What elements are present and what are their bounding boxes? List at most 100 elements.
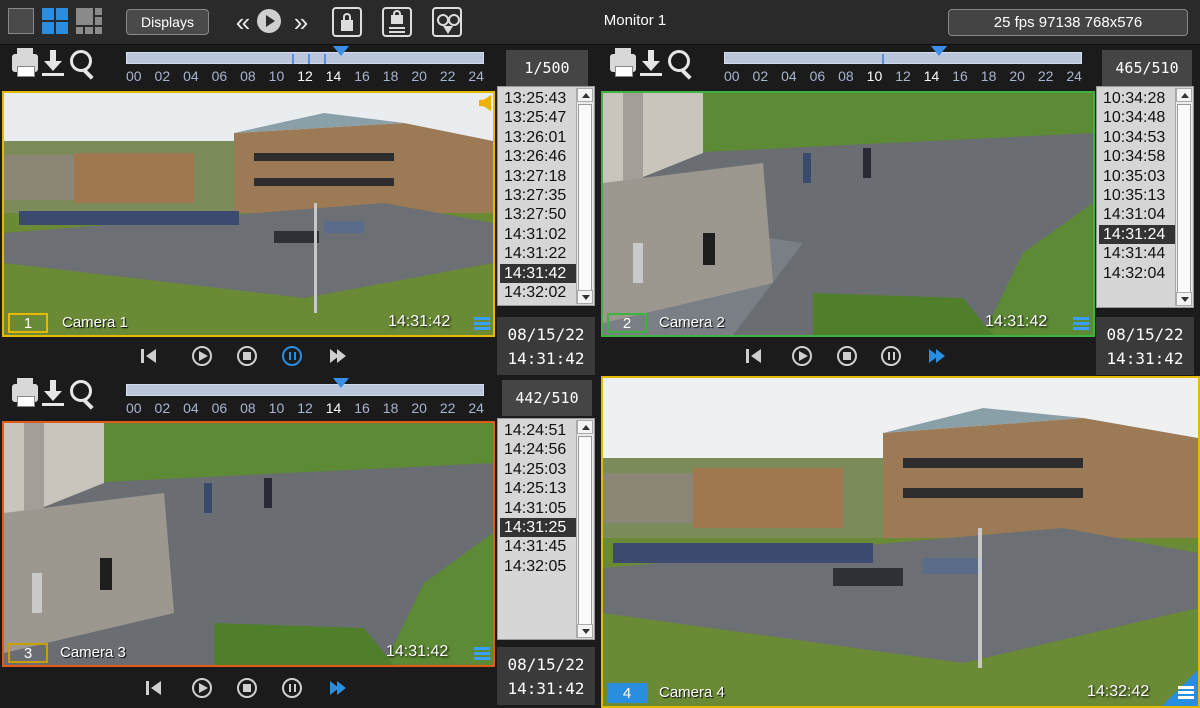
panel1-timeline[interactable]: 00 02 04 06 08 10 12 14 16 18 20 22 24 <box>126 46 484 86</box>
timeline-hour-labels: 00 02 04 06 08 10 12 14 16 18 20 22 24 <box>724 68 1082 84</box>
camera3-number: 3 <box>8 643 48 663</box>
play-all-icon[interactable] <box>254 7 284 37</box>
camera2-scene <box>603 93 1093 335</box>
camera1-datetime: 08/15/22 14:31:42 <box>497 317 595 375</box>
panel3-tools <box>12 376 102 412</box>
monitor-title: Monitor 1 <box>603 12 667 29</box>
lock-list-icon[interactable] <box>382 7 412 37</box>
list-item-selected[interactable]: 14:31:25 <box>500 517 578 538</box>
pause-button[interactable] <box>881 346 901 366</box>
list-item[interactable]: 14:25:03 <box>500 460 578 479</box>
lock-icon[interactable] <box>332 7 362 37</box>
list-item[interactable]: 14:31:04 <box>1099 205 1177 224</box>
list-item[interactable]: 14:31:05 <box>500 499 578 518</box>
camera1-menu-icon[interactable] <box>474 317 490 331</box>
timeline-hour-labels: 00 02 04 06 08 10 12 14 16 18 20 22 24 <box>126 68 484 84</box>
play-button[interactable] <box>192 678 212 698</box>
camera2-number: 2 <box>607 313 647 333</box>
print-icon[interactable] <box>610 48 636 77</box>
displays-button[interactable]: Displays <box>126 9 209 35</box>
list-item[interactable]: 14:31:02 <box>500 225 578 244</box>
list-item[interactable]: 10:34:53 <box>1099 128 1177 147</box>
list-item[interactable]: 14:25:13 <box>500 479 578 498</box>
list-item[interactable]: 10:34:48 <box>1099 108 1177 127</box>
camera3-playback-controls <box>145 668 365 708</box>
fast-forward-all-icon[interactable]: » <box>284 7 318 37</box>
list-item[interactable]: 14:24:51 <box>500 421 578 440</box>
fast-forward-button[interactable] <box>328 346 348 366</box>
panel3-frame-counter: 442/510 <box>502 380 592 416</box>
fast-forward-button[interactable] <box>328 678 348 698</box>
camera4-video[interactable]: 4 Camera 4 14:32:42 <box>601 376 1200 708</box>
list-item-selected[interactable]: 14:31:24 <box>1099 224 1177 245</box>
camera1-time-list[interactable]: 13:25:43 13:25:47 13:26:01 13:26:46 13:2… <box>497 86 595 306</box>
timeline-position-marker[interactable] <box>931 46 947 56</box>
step-back-button[interactable] <box>140 346 160 366</box>
timeline-position-marker[interactable] <box>333 46 349 56</box>
camera2-time-list[interactable]: 10:34:28 10:34:48 10:34:53 10:34:58 10:3… <box>1096 86 1194 308</box>
list-item[interactable]: 14:31:22 <box>500 244 578 263</box>
panel2-timeline[interactable]: 00 02 04 06 08 10 12 14 16 18 20 22 24 <box>724 46 1082 86</box>
print-icon[interactable] <box>12 378 38 407</box>
list-item[interactable]: 14:31:44 <box>1099 244 1177 263</box>
pause-button[interactable] <box>282 678 302 698</box>
layout-six-button[interactable] <box>76 8 102 34</box>
scrollbar[interactable] <box>576 88 593 304</box>
panel3-timeline[interactable]: 00 02 04 06 08 10 12 14 16 18 20 22 24 <box>126 378 484 418</box>
panel2-tools <box>610 46 700 82</box>
status-readout: 25 fps 97138 768x576 <box>948 9 1188 36</box>
scrollbar[interactable] <box>1175 88 1192 306</box>
list-item[interactable]: 14:32:04 <box>1099 264 1177 283</box>
camera3-video[interactable]: 3 Camera 3 14:31:42 <box>2 421 495 667</box>
list-item[interactable]: 13:26:46 <box>500 147 578 166</box>
list-item[interactable]: 13:26:01 <box>500 128 578 147</box>
zoom-icon[interactable] <box>70 380 92 402</box>
layout-quad-button[interactable] <box>42 8 68 34</box>
camera4-name: Camera 4 <box>659 684 725 701</box>
list-item-selected[interactable]: 14:31:42 <box>500 263 578 283</box>
camera2-video[interactable]: 2 Camera 2 14:31:42 <box>601 91 1095 337</box>
scrollbar[interactable] <box>576 420 593 638</box>
camera4-menu-icon[interactable] <box>1178 686 1194 700</box>
list-item[interactable]: 13:25:47 <box>500 108 578 127</box>
play-button[interactable] <box>192 346 212 366</box>
fast-forward-button[interactable] <box>927 346 947 366</box>
step-back-button[interactable] <box>145 678 165 698</box>
zoom-icon[interactable] <box>668 50 690 72</box>
stop-button[interactable] <box>237 346 257 366</box>
play-button[interactable] <box>792 346 812 366</box>
list-item[interactable]: 14:32:05 <box>500 557 578 576</box>
list-item[interactable]: 13:25:43 <box>500 89 578 108</box>
list-item[interactable]: 10:35:03 <box>1099 167 1177 186</box>
pause-button[interactable] <box>282 346 302 366</box>
stop-button[interactable] <box>237 678 257 698</box>
camera2-menu-icon[interactable] <box>1073 317 1089 331</box>
camera2-name: Camera 2 <box>659 314 725 331</box>
list-item[interactable]: 14:32:02 <box>500 283 578 302</box>
camera1-number: 1 <box>8 313 48 333</box>
camera4-scene <box>603 378 1198 706</box>
timeline-hour-labels: 00 02 04 06 08 10 12 14 16 18 20 22 24 <box>126 400 484 416</box>
camera1-name: Camera 1 <box>62 314 128 331</box>
tape-export-icon[interactable] <box>432 7 462 37</box>
zoom-icon[interactable] <box>70 50 92 72</box>
list-item[interactable]: 13:27:18 <box>500 167 578 186</box>
list-item[interactable]: 13:27:50 <box>500 205 578 224</box>
list-item[interactable]: 10:35:13 <box>1099 186 1177 205</box>
camera3-menu-icon[interactable] <box>474 647 490 661</box>
list-item[interactable]: 10:34:58 <box>1099 147 1177 166</box>
step-back-button[interactable] <box>745 346 765 366</box>
camera4-time: 14:32:42 <box>1087 683 1150 700</box>
stop-button[interactable] <box>837 346 857 366</box>
list-item[interactable]: 10:34:28 <box>1099 89 1177 108</box>
list-item[interactable]: 14:31:45 <box>500 537 578 556</box>
camera1-video[interactable]: 1 Camera 1 14:31:42 <box>2 91 495 337</box>
list-item[interactable]: 14:24:56 <box>500 440 578 459</box>
camera2-datetime: 08/15/22 14:31:42 <box>1096 317 1194 375</box>
camera1-scene <box>4 93 493 335</box>
list-item[interactable]: 13:27:35 <box>500 186 578 205</box>
print-icon[interactable] <box>12 48 38 77</box>
camera3-time-list[interactable]: 14:24:51 14:24:56 14:25:03 14:25:13 14:3… <box>497 418 595 640</box>
layout-single-button[interactable] <box>8 8 34 34</box>
timeline-position-marker[interactable] <box>333 378 349 388</box>
